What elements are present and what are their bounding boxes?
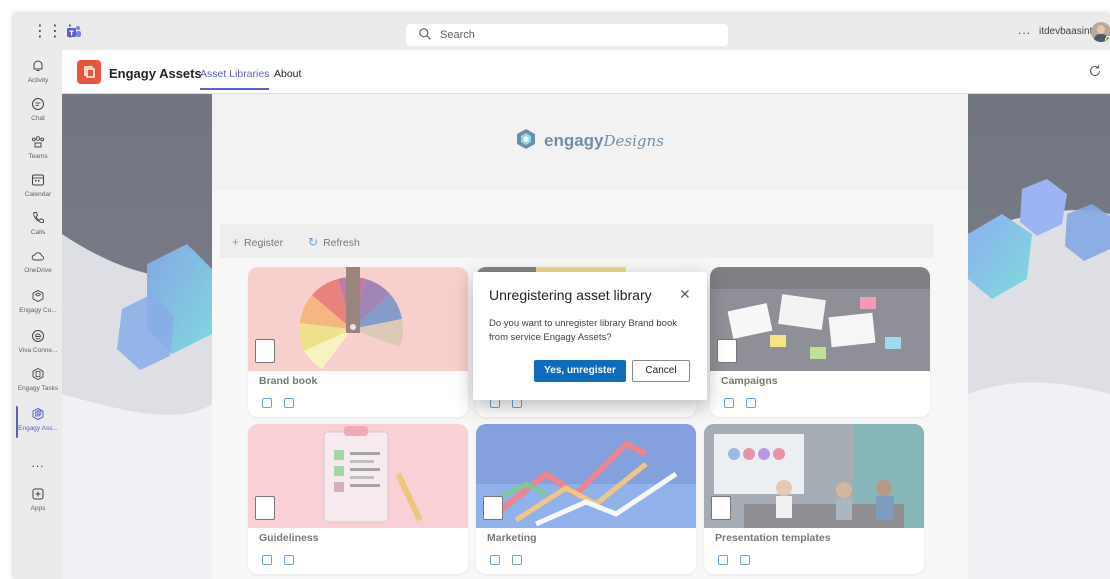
teams-logo-icon — [67, 26, 81, 37]
top-bar: ⋮⋮⋮ Search ... itdevbaasint — [14, 14, 1110, 50]
rail-item-engagy-tasks[interactable]: Engagy Tasks — [14, 364, 62, 400]
app-rail: Activity Chat Teams Calendar Calls OneDr… — [14, 50, 62, 579]
confirm-unregister-button[interactable]: Yes, unregister — [534, 360, 626, 382]
rail-item-chat[interactable]: Chat — [14, 94, 62, 130]
rail-item-calls[interactable]: Calls — [14, 208, 62, 244]
search-placeholder: Search — [440, 29, 475, 41]
rail-item-teams[interactable]: Teams — [14, 132, 62, 168]
rail-more-apps-icon[interactable]: ... — [14, 456, 62, 470]
more-options-icon[interactable]: ... — [1018, 23, 1031, 37]
tab-asset-libraries[interactable]: Asset Libraries — [200, 68, 270, 90]
rail-item-activity[interactable]: Activity — [14, 56, 62, 92]
dialog-title: Unregistering asset library — [489, 287, 652, 303]
engagy-assets-app-icon — [77, 60, 101, 84]
app-launcher-icon[interactable]: ⋮⋮⋮ — [32, 24, 78, 40]
calendar-icon — [32, 174, 44, 186]
phone-icon — [33, 212, 44, 223]
app-title: Engagy Assets — [109, 66, 202, 81]
search-icon — [419, 28, 431, 40]
rail-item-engagy-assets[interactable]: Engagy Ass... — [14, 404, 62, 440]
reload-icon[interactable] — [1088, 64, 1102, 78]
engagy-assets-icon — [32, 407, 44, 421]
avatar[interactable] — [1091, 22, 1110, 42]
app-header: Engagy Assets Asset Libraries About — [62, 50, 1110, 94]
tasks-icon — [32, 367, 44, 381]
cloud-icon — [31, 252, 44, 261]
rail-item-viva-connections[interactable]: Viva Conne... — [14, 326, 62, 362]
viva-icon — [32, 330, 44, 342]
rail-item-calendar[interactable]: Calendar — [14, 170, 62, 206]
search-box[interactable]: Search — [406, 24, 728, 46]
rail-item-onedrive[interactable]: OneDrive — [14, 246, 62, 282]
bell-icon — [33, 60, 43, 71]
chat-icon — [32, 98, 44, 110]
rail-item-apps[interactable]: Apps — [14, 484, 62, 520]
user-name[interactable]: itdevbaasint — [1039, 26, 1092, 37]
unregister-dialog: Unregistering asset library ✕ Do you wan… — [473, 272, 707, 400]
rail-item-engagy-connect[interactable]: Engagy Co... — [14, 286, 62, 322]
dialog-message: Do you want to unregister library Brand … — [489, 318, 677, 343]
presence-available-icon — [1105, 36, 1110, 42]
apps-icon — [32, 488, 44, 500]
tab-about[interactable]: About — [274, 68, 301, 80]
close-icon[interactable]: ✕ — [679, 286, 691, 303]
engagy-connect-icon — [32, 289, 44, 303]
teams-icon — [31, 136, 45, 148]
cancel-button[interactable]: Cancel — [632, 360, 690, 382]
teams-window: ⋮⋮⋮ Search ... itdevbaasint Activity Cha… — [14, 14, 1110, 579]
